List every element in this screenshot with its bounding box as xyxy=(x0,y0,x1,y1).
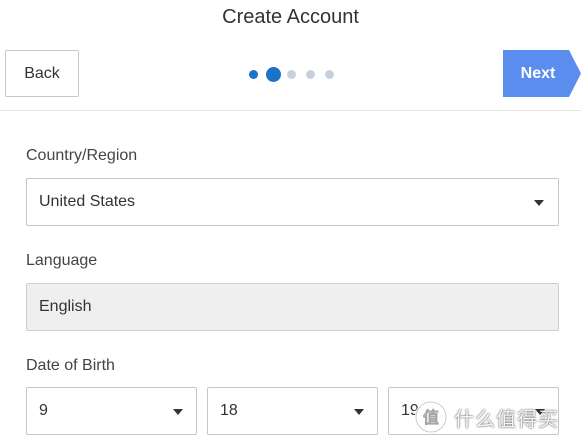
chevron-down-icon xyxy=(535,409,545,415)
dob-year-value: 19 xyxy=(401,402,419,419)
step-dot-1 xyxy=(249,69,258,79)
step-dot-2-current xyxy=(266,66,281,82)
dob-month-select[interactable]: 9 xyxy=(26,387,197,435)
chevron-down-icon xyxy=(173,409,183,415)
page-title: Create Account xyxy=(222,6,359,28)
language-label: Language xyxy=(26,252,98,269)
country-label: Country/Region xyxy=(26,147,138,164)
language-value: English xyxy=(39,298,92,315)
step-dot-5 xyxy=(325,69,334,79)
dob-day-value: 18 xyxy=(220,402,238,419)
dob-year-select[interactable]: 19 xyxy=(388,387,559,435)
step-dot-3 xyxy=(287,69,296,79)
next-button[interactable]: Next xyxy=(503,50,581,97)
step-dot-4 xyxy=(306,69,315,79)
dob-day-select[interactable]: 18 xyxy=(207,387,378,435)
create-account-page: Create Account Back Next Country/Region … xyxy=(0,0,581,445)
header-divider xyxy=(0,110,581,111)
back-button[interactable]: Back xyxy=(5,50,79,97)
country-select[interactable]: United States xyxy=(26,178,559,226)
dob-label: Date of Birth xyxy=(26,357,115,374)
language-field: English xyxy=(26,283,559,331)
step-indicator xyxy=(249,66,344,82)
dob-month-value: 9 xyxy=(39,402,48,419)
chevron-down-icon xyxy=(354,409,364,415)
chevron-down-icon xyxy=(534,200,544,206)
country-value: United States xyxy=(39,193,136,210)
next-button-label: Next xyxy=(520,64,556,82)
